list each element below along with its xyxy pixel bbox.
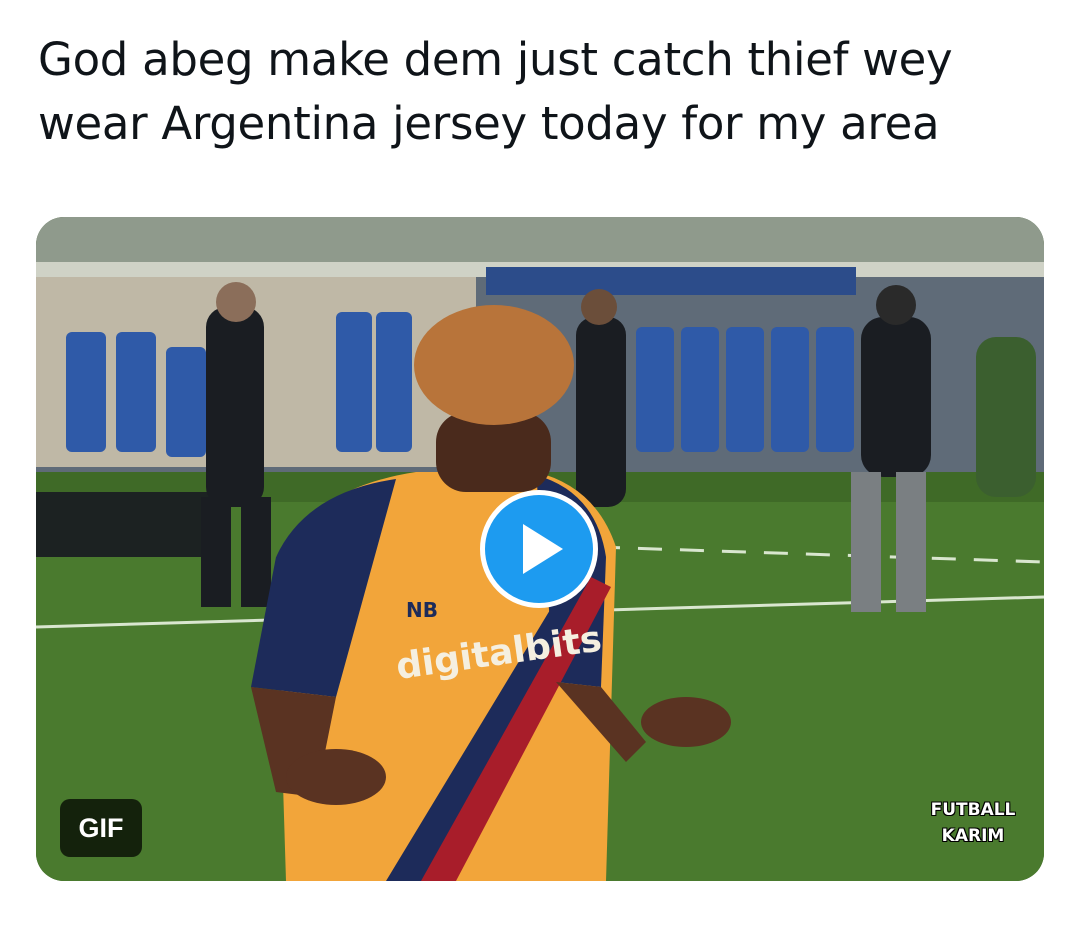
- player-hair: [414, 305, 574, 425]
- tweet-page: God abeg make dem just catch thief wey w…: [0, 0, 1066, 926]
- jersey-brand-logo: NB: [406, 598, 438, 622]
- watermark: FUTBALL KARIM: [918, 797, 1028, 849]
- watermark-line-1: FUTBALL: [930, 800, 1016, 820]
- play-icon: [523, 524, 563, 574]
- play-button[interactable]: [480, 490, 598, 608]
- gif-media[interactable]: NB digitalbits GIF FUTBALL KARIM: [36, 217, 1044, 881]
- watermark-line-2: KARIM: [941, 826, 1005, 846]
- stadium-banner: [486, 267, 856, 295]
- tweet-text: God abeg make dem just catch thief wey w…: [38, 33, 953, 150]
- gif-badge: GIF: [60, 799, 142, 857]
